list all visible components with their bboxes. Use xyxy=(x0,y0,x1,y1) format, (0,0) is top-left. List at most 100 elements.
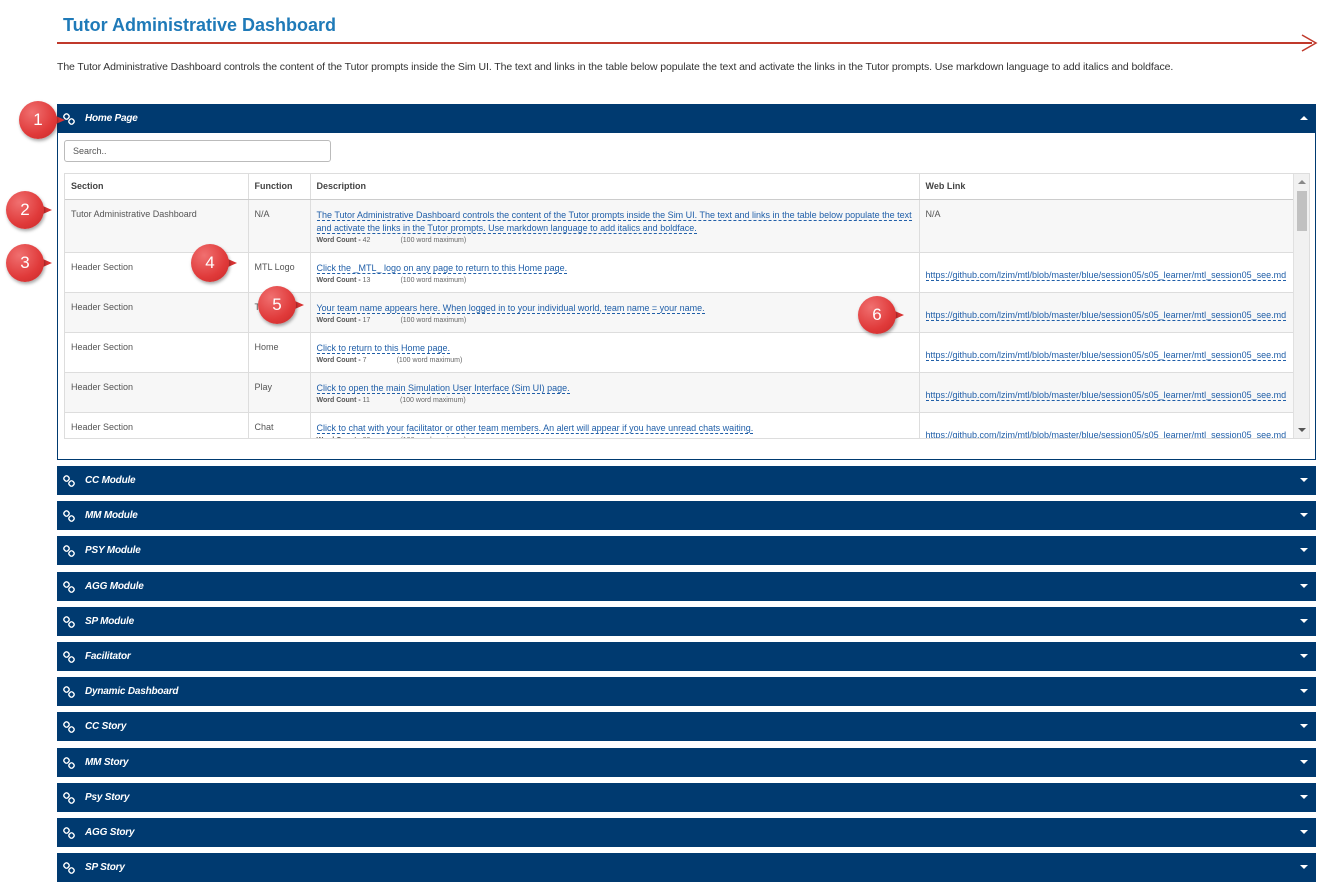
cell-description: Click to chat with your facilitator or o… xyxy=(310,412,920,439)
table-row: Tutor Administrative Dashboard N/A The T… xyxy=(65,199,1295,253)
web-link[interactable]: https://github.com/lzim/mtl/blob/master/… xyxy=(925,390,1287,401)
panel-label: PSY Module xyxy=(85,545,141,556)
link-icon xyxy=(63,580,75,593)
table-row: Header Section Home Click to return to t… xyxy=(65,332,1295,373)
cell-web-link: https://github.com/lzim/mtl/blob/master/… xyxy=(919,412,1295,439)
link-icon xyxy=(63,826,75,839)
panel-header-facilitator[interactable]: Facilitator xyxy=(57,642,1316,671)
column-header-section[interactable]: Section xyxy=(65,174,249,200)
cell-function: N/A xyxy=(248,199,311,253)
description-text[interactable]: Your team name appears here. When logged… xyxy=(316,302,705,314)
column-header-description[interactable]: Description xyxy=(310,174,920,200)
panel-header-sp-story[interactable]: SP Story xyxy=(57,853,1316,882)
caret-up-icon[interactable] xyxy=(1300,116,1308,120)
callout-marker: 1 xyxy=(19,101,67,139)
panel-header-cc-story[interactable]: CC Story xyxy=(57,712,1316,741)
callout-marker: 4 xyxy=(191,244,239,282)
panel-header-agg-module[interactable]: AGG Module xyxy=(57,572,1316,601)
panel-header-mm-module[interactable]: MM Module xyxy=(57,501,1316,530)
table-scrollbar[interactable] xyxy=(1293,174,1309,438)
cell-function: Play xyxy=(248,372,311,413)
column-header-web-link[interactable]: Web Link xyxy=(919,174,1295,200)
panel-label: SP Story xyxy=(85,862,125,873)
caret-down-icon[interactable] xyxy=(1300,478,1308,482)
cell-web-link: https://github.com/lzim/mtl/blob/master/… xyxy=(919,252,1295,293)
caret-down-icon[interactable] xyxy=(1300,689,1308,693)
cell-description: Click to return to this Home page. Word … xyxy=(310,332,920,373)
word-count: Word Count - 7 (100 word maximum) xyxy=(316,356,463,364)
table-row: Header Section MTL Logo Click the _MTL_ … xyxy=(65,252,1295,293)
panel-header-cc-module[interactable]: CC Module xyxy=(57,466,1316,495)
callout-marker: 2 xyxy=(6,191,54,229)
cell-web-link: https://github.com/lzim/mtl/blob/master/… xyxy=(919,292,1295,333)
panel-header-sp-module[interactable]: SP Module xyxy=(57,607,1316,636)
word-count: Word Count - 17 (100 word maximum) xyxy=(316,316,467,324)
description-text[interactable]: Click to open the main Simulation User I… xyxy=(316,382,570,394)
panel-label: Facilitator xyxy=(85,651,131,662)
scroll-down-icon[interactable] xyxy=(1298,428,1306,432)
table-row: Header Section Chat Click to chat with y… xyxy=(65,412,1295,439)
word-count: Word Count - 20(100 word maximum) xyxy=(317,437,919,439)
link-icon xyxy=(63,720,75,733)
cell-description: Click the _MTL_ logo on any page to retu… xyxy=(310,252,920,293)
word-count: Word Count - 42 (100 word maximum) xyxy=(316,236,467,244)
caret-down-icon[interactable] xyxy=(1300,548,1308,552)
page-title: Tutor Administrative Dashboard xyxy=(63,15,337,35)
description-text[interactable]: The Tutor Administrative Dashboard contr… xyxy=(316,209,912,234)
caret-down-icon[interactable] xyxy=(1300,619,1308,623)
callout-marker: 6 xyxy=(858,296,906,334)
scroll-up-icon[interactable] xyxy=(1298,180,1306,184)
cell-description: Your team name appears here. When logged… xyxy=(310,292,920,333)
panel-label: Psy Story xyxy=(85,792,130,803)
description-text[interactable]: Click to chat with your facilitator or o… xyxy=(316,422,754,434)
caret-down-icon[interactable] xyxy=(1300,724,1308,728)
caret-down-icon[interactable] xyxy=(1300,584,1308,588)
panel-header-psy-module[interactable]: PSY Module xyxy=(57,536,1316,565)
panel-header-dynamic-dashboard[interactable]: Dynamic Dashboard xyxy=(57,677,1316,706)
scroll-thumb[interactable] xyxy=(1297,191,1307,231)
panel-label: CC Story xyxy=(85,721,127,732)
panel-header-mm-story[interactable]: MM Story xyxy=(57,748,1316,777)
web-link[interactable]: https://github.com/lzim/mtl/blob/master/… xyxy=(926,430,1287,439)
panel-header-psy-story[interactable]: Psy Story xyxy=(57,783,1316,812)
cell-section: Header Section xyxy=(65,372,249,413)
cell-section: Header Section xyxy=(65,292,249,333)
title-divider xyxy=(57,42,1312,44)
table-row: Header Section Team Your team name appea… xyxy=(65,292,1295,333)
word-count: Word Count - 13 (100 word maximum) xyxy=(316,276,467,284)
link-icon xyxy=(63,685,75,698)
web-link[interactable]: https://github.com/lzim/mtl/blob/master/… xyxy=(925,270,1287,281)
description-text[interactable]: Click to return to this Home page. xyxy=(316,342,451,354)
panel-label: MM Story xyxy=(85,757,129,768)
callout-marker: 3 xyxy=(6,244,54,282)
web-link[interactable]: https://github.com/lzim/mtl/blob/master/… xyxy=(925,310,1287,321)
prompt-table: Section Function Description Web Link Tu… xyxy=(64,173,1310,439)
word-count: Word Count - 11 (100 word maximum) xyxy=(316,396,466,404)
link-icon xyxy=(63,544,75,557)
cell-description: The Tutor Administrative Dashboard contr… xyxy=(310,199,920,253)
cell-web-link: N/A xyxy=(919,199,1295,253)
caret-down-icon[interactable] xyxy=(1300,513,1308,517)
link-icon xyxy=(63,474,75,487)
cell-function: Chat xyxy=(248,412,311,438)
caret-down-icon[interactable] xyxy=(1300,865,1308,869)
cell-section: Header Section xyxy=(65,412,249,438)
column-header-function[interactable]: Function xyxy=(248,174,311,200)
panel-header-agg-story[interactable]: AGG Story xyxy=(57,818,1316,847)
caret-down-icon[interactable] xyxy=(1300,760,1308,764)
cell-web-link: https://github.com/lzim/mtl/blob/master/… xyxy=(919,372,1295,413)
web-link[interactable]: https://github.com/lzim/mtl/blob/master/… xyxy=(925,350,1287,361)
link-icon xyxy=(63,650,75,663)
cell-description: Click to open the main Simulation User I… xyxy=(310,372,920,413)
panel-header-home-page[interactable]: Home Page xyxy=(57,104,1316,133)
description-text[interactable]: Click the _MTL_ logo on any page to retu… xyxy=(316,262,568,274)
cell-section: Header Section xyxy=(65,332,249,373)
arrow-right-icon xyxy=(1301,34,1318,52)
search-input[interactable] xyxy=(64,140,331,162)
caret-down-icon[interactable] xyxy=(1300,830,1308,834)
caret-down-icon[interactable] xyxy=(1300,795,1308,799)
caret-down-icon[interactable] xyxy=(1300,654,1308,658)
link-icon xyxy=(63,791,75,804)
callout-marker: 5 xyxy=(258,286,306,324)
panel-label: SP Module xyxy=(85,616,134,627)
